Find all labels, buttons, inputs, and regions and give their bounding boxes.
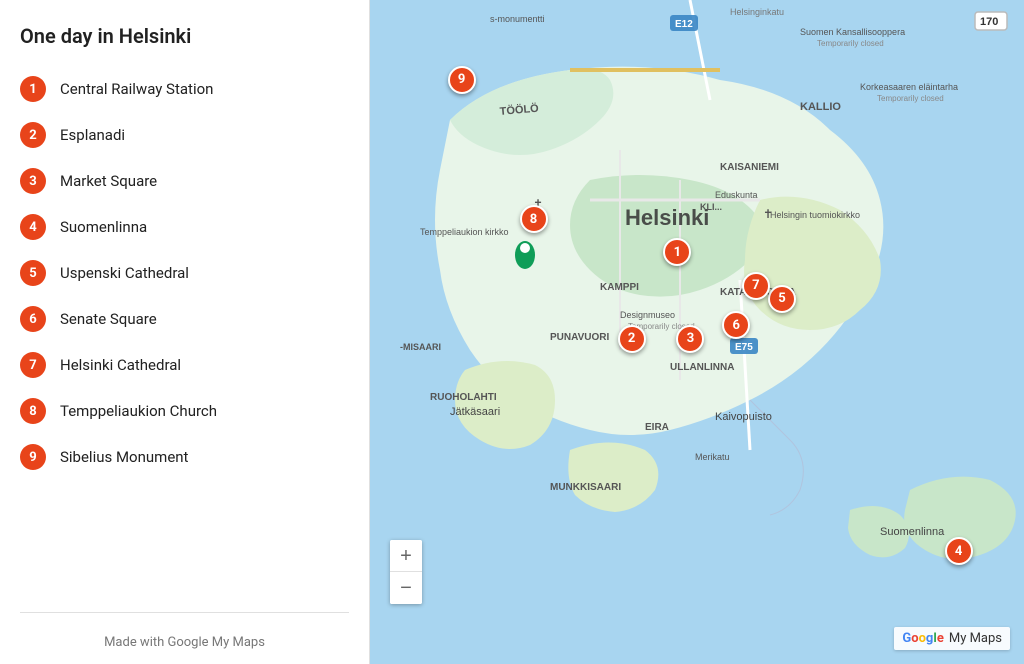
svg-text:Helsinginkatu: Helsinginkatu [730,7,784,17]
google-mymaps-badge: Google My Maps [894,627,1010,650]
map-marker-7[interactable]: 7 [742,272,770,300]
map-marker-6[interactable]: 6 [722,311,750,339]
place-label-2: Esplanadi [60,126,125,144]
sidebar: One day in Helsinki 1 Central Railway St… [0,0,370,664]
map-marker-8[interactable]: 8 [520,205,548,233]
place-item-9[interactable]: 9 Sibelius Monument [10,434,369,480]
place-number-4: 4 [20,214,46,240]
divider [20,612,349,613]
zoom-out-button[interactable]: − [390,572,422,604]
place-item-6[interactable]: 6 Senate Square [10,296,369,342]
svg-text:RUOHOLAHTI: RUOHOLAHTI [430,392,497,403]
svg-text:MUNKKISAARI: MUNKKISAARI [550,482,621,493]
google-logo: Google [902,631,943,646]
map-marker-3[interactable]: 3 [676,325,704,353]
svg-text:s-monumentti: s-monumentti [490,14,545,24]
place-number-9: 9 [20,444,46,470]
footer-text: Made with Google My Maps [0,621,369,664]
svg-text:-MISAARI: -MISAARI [400,342,441,352]
svg-text:Designmuseo: Designmuseo [620,310,675,320]
svg-text:Jätkäsaari: Jätkäsaari [450,406,500,418]
svg-text:PUNAVUORI: PUNAVUORI [550,332,609,343]
place-number-3: 3 [20,168,46,194]
map-marker-2[interactable]: 2 [618,325,646,353]
svg-text:Helsinki: Helsinki [625,205,709,230]
place-label-6: Senate Square [60,310,157,328]
zoom-in-button[interactable]: + [390,540,422,572]
map-marker-1[interactable]: 1 [663,238,691,266]
svg-text:Temppeliaukion kirkko: Temppeliaukion kirkko [420,227,509,237]
map-marker-4[interactable]: 4 [945,537,973,565]
place-label-8: Temppeliaukion Church [60,402,217,420]
place-number-7: 7 [20,352,46,378]
map-area: Helsinki TÖÖLÖ KAMPPI PUNAVUORI KAISANIE… [370,0,1024,664]
place-label-7: Helsinki Cathedral [60,356,181,374]
svg-text:Kaivopuisto: Kaivopuisto [715,411,772,423]
place-label-3: Market Square [60,172,157,190]
svg-text:E12: E12 [675,19,693,30]
place-label-1: Central Railway Station [60,80,213,98]
svg-text:Suomenlinna: Suomenlinna [880,526,945,538]
svg-text:KAISANIEMI: KAISANIEMI [720,162,779,173]
place-item-3[interactable]: 3 Market Square [10,158,369,204]
mymaps-label: My Maps [949,631,1002,646]
page-title: One day in Helsinki [0,0,369,66]
svg-text:KAMPPI: KAMPPI [600,282,639,293]
place-label-5: Uspenski Cathedral [60,264,189,282]
svg-text:Temporarily closed: Temporarily closed [817,39,884,48]
svg-text:E75: E75 [735,342,753,353]
svg-text:ULLANLINNA: ULLANLINNA [670,362,734,373]
svg-text:Korkeasaaren eläintarha: Korkeasaaren eläintarha [860,82,958,92]
map-marker-5[interactable]: 5 [768,285,796,313]
place-label-9: Sibelius Monument [60,448,188,466]
place-label-4: Suomenlinna [60,218,147,236]
place-number-8: 8 [20,398,46,424]
map-marker-9[interactable]: 9 [448,66,476,94]
svg-text:Eduskunta: Eduskunta [715,190,758,200]
svg-text:Temporarily closed: Temporarily closed [877,94,944,103]
place-item-8[interactable]: 8 Temppeliaukion Church [10,388,369,434]
svg-text:Suomen Kansallisooppera: Suomen Kansallisooppera [800,27,905,37]
svg-text:Merikatu: Merikatu [695,452,730,462]
svg-text:✝: ✝ [763,207,773,221]
svg-text:KLI...: KLI... [700,202,722,212]
place-number-2: 2 [20,122,46,148]
place-item-1[interactable]: 1 Central Railway Station [10,66,369,112]
place-item-7[interactable]: 7 Helsinki Cathedral [10,342,369,388]
zoom-controls: + − [390,540,422,604]
place-number-5: 5 [20,260,46,286]
place-number-1: 1 [20,76,46,102]
place-item-4[interactable]: 4 Suomenlinna [10,204,369,250]
svg-text:EIRA: EIRA [645,422,669,433]
place-list: 1 Central Railway Station 2 Esplanadi 3 … [0,66,369,604]
svg-text:Helsingin tuomiokirkko: Helsingin tuomiokirkko [770,210,860,220]
place-item-2[interactable]: 2 Esplanadi [10,112,369,158]
place-number-6: 6 [20,306,46,332]
place-item-5[interactable]: 5 Uspenski Cathedral [10,250,369,296]
svg-text:170: 170 [980,16,998,28]
svg-text:KALLIO: KALLIO [800,101,841,113]
